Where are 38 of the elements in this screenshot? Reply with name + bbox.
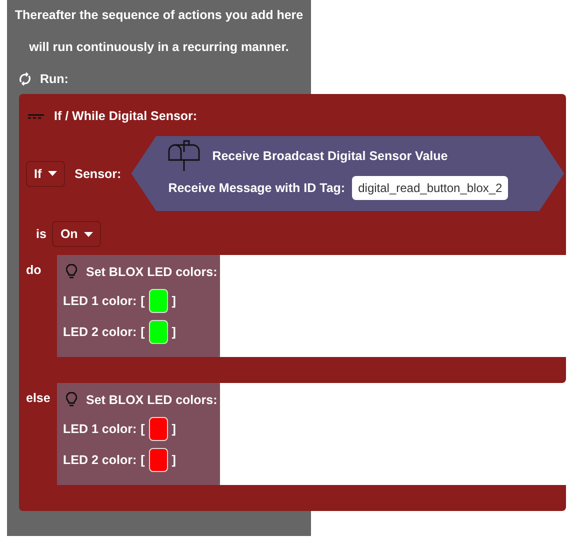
message-label: Receive Message with ID Tag:: [168, 181, 346, 195]
drag-handle-icon: [28, 114, 44, 118]
branch-label: else: [26, 391, 50, 405]
mode-dropdown[interactable]: If: [26, 160, 65, 186]
color-swatch[interactable]: [148, 288, 168, 312]
caret-icon: [84, 232, 93, 236]
sensor-block-title: Receive Broadcast Digital Sensor Value: [212, 149, 448, 163]
bracket: ]: [172, 452, 176, 466]
bracket: [: [140, 422, 145, 436]
led-label: LED 1 color:: [63, 294, 137, 308]
bracket: [: [140, 294, 145, 308]
color-swatch[interactable]: [148, 448, 168, 472]
color-swatch[interactable]: [148, 416, 168, 440]
intro-text: will run continuously in a recurring manner.: [29, 40, 289, 54]
mailbox-icon: [168, 140, 202, 172]
caret-icon: [48, 171, 57, 176]
is-label: is: [36, 227, 46, 241]
led-label: LED 1 color:: [63, 422, 137, 436]
led-label: LED 2 color:: [63, 452, 137, 466]
block-title: If / While Digital Sensor:: [54, 109, 198, 123]
color-swatch[interactable]: [148, 320, 168, 344]
lightbulb-icon: [66, 264, 77, 280]
sensor-label: Sensor:: [74, 166, 122, 180]
action-title: Set BLOX LED colors:: [86, 393, 218, 407]
state-dropdown[interactable]: On: [52, 221, 101, 247]
branch-label: do: [26, 263, 42, 277]
lightbulb-icon: [66, 392, 77, 408]
id-tag-field[interactable]: digital_read_button_blox_2: [352, 176, 508, 200]
repeat-icon: [18, 72, 32, 86]
bracket: [: [140, 452, 145, 466]
bracket: [: [140, 324, 145, 338]
bracket: ]: [172, 294, 176, 308]
run-label: Run:: [40, 72, 68, 86]
led-label: LED 2 color:: [63, 324, 137, 338]
intro-text: Thereafter the sequence of actions you add here: [14, 8, 304, 22]
action-title: Set BLOX LED colors:: [86, 265, 218, 279]
bracket: ]: [172, 324, 176, 338]
bracket: ]: [172, 422, 176, 436]
